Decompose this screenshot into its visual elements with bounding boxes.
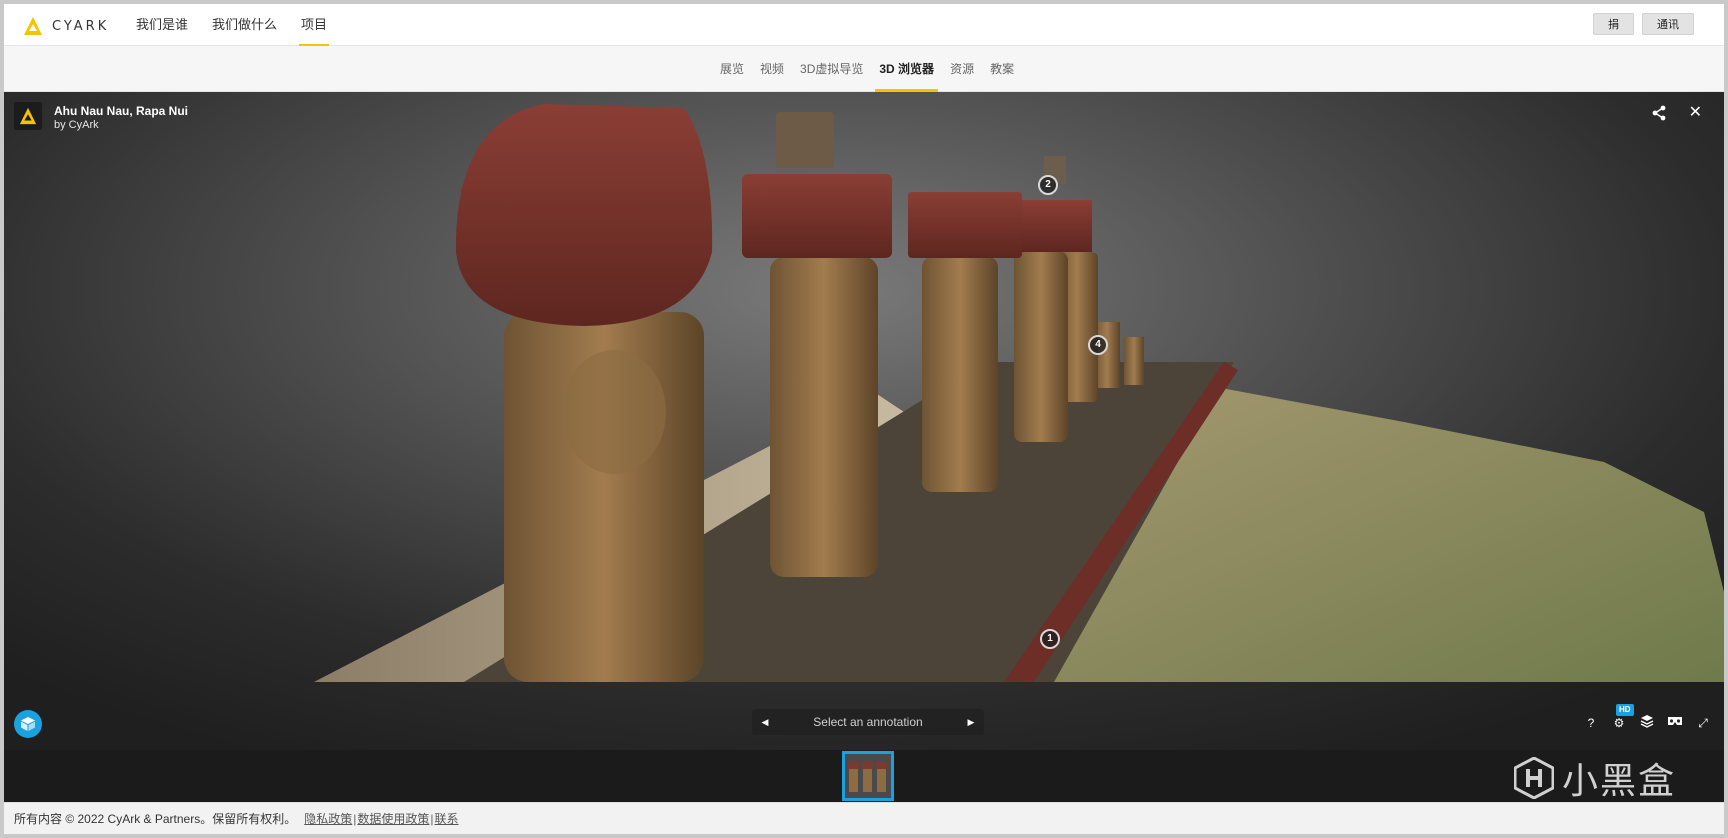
annotation-pin-4[interactable]: 4 [1088, 335, 1108, 355]
pukao-1 [455, 104, 713, 326]
share-icon[interactable] [1650, 104, 1668, 122]
3d-viewer[interactable]: Ahu Nau Nau, Rapa Nui by CyArk ✕ 2 4 1 ◀… [4, 92, 1724, 750]
thumbnail-strip [4, 750, 1724, 802]
copyright-text: 所有内容 © 2022 CyArk & Partners。保留所有权利。 [14, 812, 297, 826]
cyark-logo[interactable]: CYARK [22, 15, 109, 37]
privacy-policy-link[interactable]: 隐私政策 [304, 810, 352, 827]
viewer-brand-logo[interactable] [14, 102, 42, 130]
watermark-logo-icon [1513, 757, 1554, 799]
vr-icon[interactable] [1666, 714, 1684, 732]
newsletter-button[interactable]: 通讯 [1642, 13, 1694, 35]
cube-icon [21, 717, 35, 731]
close-icon[interactable]: ✕ [1689, 102, 1702, 122]
tab-videos[interactable]: 视频 [752, 46, 792, 92]
top-buttons: 捐 通讯 [1593, 13, 1694, 35]
donate-button[interactable]: 捐 [1593, 13, 1634, 35]
logo-text: CYARK [52, 18, 110, 34]
annotation-navigator: ◀ Select an annotation ▶ [752, 709, 984, 735]
statue-7 [1124, 337, 1144, 385]
viewer-toolbar: ? ⚙ HD ⤢ [1582, 704, 1712, 732]
sub-nav-links: 展览 视频 3D虚拟导览 3D 浏览器 资源 教案 [712, 46, 1022, 92]
statue-3 [922, 257, 998, 492]
settings-icon[interactable]: ⚙ HD [1610, 704, 1634, 732]
sketchfab-button[interactable] [14, 710, 42, 738]
model-title: Ahu Nau Nau, Rapa Nui [54, 104, 189, 118]
fullscreen-icon[interactable]: ⤢ [1694, 714, 1712, 732]
nav-what-we-do[interactable]: 我们做什么 [200, 4, 289, 46]
next-annotation-button[interactable]: ▶ [958, 709, 984, 735]
vr-glyph [1668, 717, 1682, 725]
prev-annotation-button[interactable]: ◀ [752, 709, 778, 735]
cyark-logo-icon [19, 107, 37, 125]
annotation-pin-1[interactable]: 1 [1040, 629, 1060, 649]
watermark-text: 小黑盒 [1561, 761, 1676, 802]
sub-navigation: 展览 视频 3D虚拟导览 3D 浏览器 资源 教案 [4, 46, 1724, 92]
top-navigation: CYARK 我们是谁 我们做什么 项目 捐 通讯 [4, 4, 1724, 47]
pukao-2 [742, 174, 892, 258]
model-thumbnail[interactable] [842, 751, 894, 801]
annotation-pin-2[interactable]: 2 [1038, 175, 1058, 195]
data-policy-link[interactable]: 数据使用政策 [357, 810, 429, 827]
thumbnail-image [845, 754, 891, 798]
xiaoheihe-watermark: 小黑盒 [1513, 752, 1676, 804]
hd-badge: HD [1616, 704, 1634, 716]
footer-separator: | [353, 811, 357, 826]
cyark-logo-icon [24, 17, 42, 35]
pukao-3 [908, 192, 1022, 258]
tab-3d-viewer[interactable]: 3D 浏览器 [871, 46, 942, 92]
statue-4 [1014, 252, 1068, 442]
tab-resources[interactable]: 资源 [942, 46, 982, 92]
footer-separator: | [430, 811, 434, 826]
topknot-2 [776, 112, 834, 168]
nav-projects[interactable]: 项目 [289, 4, 339, 47]
main-nav: 我们是谁 我们做什么 项目 [124, 4, 339, 47]
model-author: by CyArk [54, 119, 99, 131]
page-frame: CYARK 我们是谁 我们做什么 项目 捐 通讯 展览 视频 3D虚拟导览 3D… [4, 4, 1724, 834]
page-footer: 所有内容 © 2022 CyArk & Partners。保留所有权利。 隐私政… [4, 802, 1724, 834]
statue-1-face [562, 350, 666, 474]
nav-who-we-are[interactable]: 我们是谁 [124, 4, 200, 46]
annotation-prompt: Select an annotation [813, 715, 923, 729]
3d-scene[interactable] [4, 92, 1724, 750]
statue-2 [770, 257, 878, 577]
pukao-4 [1016, 200, 1092, 252]
layers-glyph [1640, 715, 1654, 728]
tab-lesson-plans[interactable]: 教案 [982, 46, 1022, 92]
contact-link[interactable]: 联系 [435, 810, 459, 827]
help-icon[interactable]: ? [1582, 714, 1600, 732]
tab-3d-tours[interactable]: 3D虚拟导览 [792, 46, 871, 92]
layers-icon[interactable] [1638, 714, 1656, 732]
tab-exhibitions[interactable]: 展览 [712, 46, 752, 92]
